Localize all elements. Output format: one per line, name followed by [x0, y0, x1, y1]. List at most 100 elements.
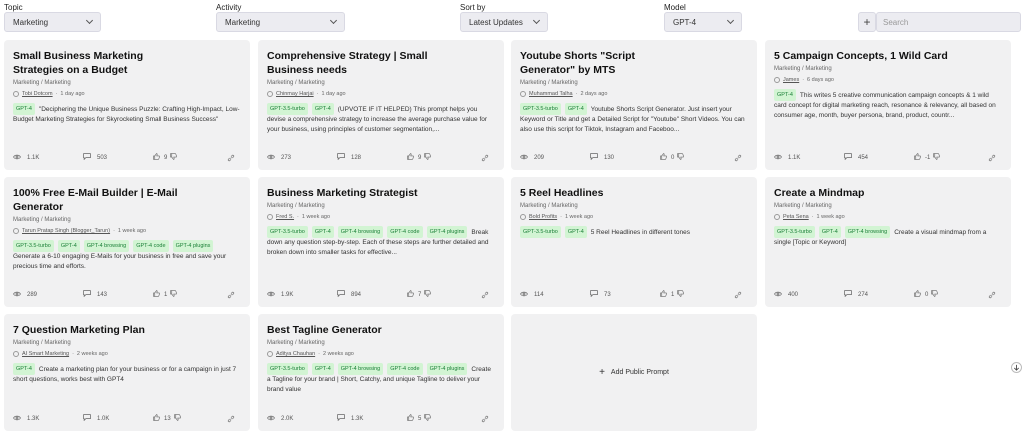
- prompt-title[interactable]: Comprehensive Strategy | Small Business …: [267, 49, 432, 77]
- prompt-title[interactable]: 5 Reel Headlines: [520, 186, 685, 200]
- comment-icon: [337, 290, 351, 299]
- thumbs-down-icon[interactable]: [424, 290, 437, 299]
- model-badge: GPT-4 browsing: [83, 240, 130, 252]
- prompt-card[interactable]: 7 Question Marketing Plan Marketing / Ma…: [4, 314, 250, 431]
- chevron-down-icon: [329, 16, 338, 25]
- author-link[interactable]: Fred S.: [276, 214, 294, 220]
- copy-link-icon[interactable]: [481, 415, 495, 423]
- copy-link-icon[interactable]: [227, 154, 241, 162]
- comments-count: 454: [858, 154, 869, 161]
- model-select[interactable]: GPT-4: [664, 12, 742, 32]
- thumbs-down-icon[interactable]: [931, 290, 944, 299]
- author-row: Fred S. · 1 week ago: [267, 214, 495, 220]
- copy-link-icon[interactable]: [227, 415, 241, 423]
- model-badge: GPT-4: [564, 226, 587, 238]
- add-public-prompt-card[interactable]: + Add Public Prompt: [511, 314, 757, 431]
- scroll-down-button[interactable]: [1011, 362, 1022, 373]
- votes-count: 1: [671, 291, 675, 298]
- copy-link-icon[interactable]: [734, 154, 748, 162]
- author-link[interactable]: Peta Sena: [783, 214, 809, 220]
- comments-count: 894: [351, 291, 362, 298]
- model-label: Model: [664, 3, 686, 12]
- comments-stat: 503: [83, 153, 153, 162]
- post-time: 6 days ago: [807, 77, 834, 83]
- copy-link-icon[interactable]: [734, 291, 748, 299]
- thumbs-down-icon[interactable]: [677, 153, 690, 162]
- prompt-title[interactable]: Youtube Shorts "Script Generator" by MTS: [520, 49, 685, 77]
- separator: ·: [55, 91, 58, 97]
- author-link[interactable]: Aditya Chauhan: [276, 351, 315, 357]
- prompt-card[interactable]: 5 Reel Headlines Marketing / Marketing B…: [511, 177, 757, 307]
- author-link[interactable]: AI Smart Marketing: [22, 351, 69, 357]
- prompt-stats: 1.1K 503 9: [13, 153, 241, 162]
- activity-select[interactable]: Marketing: [216, 12, 345, 32]
- thumbs-down-icon[interactable]: [424, 153, 437, 162]
- prompt-title[interactable]: Small Business Marketing Strategies on a…: [13, 49, 178, 77]
- prompt-stats: 1.1K 454 -1: [774, 153, 1002, 162]
- prompt-card[interactable]: Small Business Marketing Strategies on a…: [4, 40, 250, 170]
- prompt-card[interactable]: 100% Free E-Mail Builder | E-Mail Genera…: [4, 177, 250, 307]
- thumbs-down-icon[interactable]: [170, 153, 183, 162]
- prompt-category: Marketing / Marketing: [13, 80, 71, 86]
- thumbs-down-icon[interactable]: [173, 414, 187, 423]
- prompt-title[interactable]: 100% Free E-Mail Builder | E-Mail Genera…: [13, 186, 178, 214]
- author-row: Tarun Pratap Singh (Blogger_Tarun) · 1 w…: [13, 228, 241, 234]
- author-link[interactable]: Bold Profits: [529, 214, 557, 220]
- prompt-card[interactable]: Business Marketing Strategist Marketing …: [258, 177, 504, 307]
- thumbs-down-icon[interactable]: [677, 290, 690, 299]
- search-input[interactable]: [883, 17, 1003, 27]
- copy-link-icon[interactable]: [988, 291, 1002, 299]
- votes-count: 9: [418, 154, 422, 161]
- comments-count: 1.0K: [97, 415, 110, 422]
- thumbs-down-icon[interactable]: [170, 290, 183, 299]
- copy-link-icon[interactable]: [988, 154, 1002, 162]
- model-badge: GPT-4: [311, 103, 334, 115]
- search-box[interactable]: [876, 12, 1021, 32]
- prompt-title[interactable]: 7 Question Marketing Plan: [13, 323, 178, 337]
- author-link[interactable]: Tobi Dotcom: [22, 91, 53, 97]
- topic-select-value: Marketing: [13, 17, 49, 27]
- author-link[interactable]: Chinmay Harjai: [276, 91, 314, 97]
- author-link[interactable]: Muhammad Talha: [529, 91, 573, 97]
- prompt-card[interactable]: Youtube Shorts "Script Generator" by MTS…: [511, 40, 757, 170]
- model-badge: GPT-4 browsing: [337, 226, 384, 238]
- eye-icon: [13, 415, 27, 423]
- prompt-description-block: GPT-4 "Deciphering the Unique Business Pu…: [13, 103, 241, 125]
- prompt-card[interactable]: Create a Mindmap Marketing / Marketing P…: [765, 177, 1011, 307]
- prompt-card[interactable]: Comprehensive Strategy | Small Business …: [258, 40, 504, 170]
- topic-select[interactable]: Marketing: [4, 12, 101, 32]
- model-badge: GPT-4 browsing: [844, 226, 891, 238]
- prompt-category: Marketing / Marketing: [267, 203, 325, 209]
- thumbs-down-icon[interactable]: [933, 153, 946, 162]
- prompt-category: Marketing / Marketing: [267, 340, 325, 346]
- prompt-title[interactable]: Create a Mindmap: [774, 186, 1002, 200]
- prompt-card[interactable]: Best Tagline Generator Marketing / Marke…: [258, 314, 504, 431]
- copy-link-icon[interactable]: [481, 154, 495, 162]
- post-time: 1 week ago: [301, 214, 331, 220]
- model-badge: GPT-4: [13, 363, 35, 375]
- prompt-title[interactable]: 5 Campaign Concepts, 1 Wild Card: [774, 49, 1002, 63]
- sort-select[interactable]: Latest Updates: [460, 12, 548, 32]
- comments-count: 274: [858, 291, 869, 298]
- copy-link-icon[interactable]: [481, 291, 495, 299]
- votes-stat: -1: [914, 153, 988, 162]
- author-link[interactable]: James: [783, 77, 799, 83]
- prompt-title[interactable]: Business Marketing Strategist: [267, 186, 432, 200]
- comments-count: 1.3K: [351, 415, 364, 422]
- prompt-description-block: GPT-4 Create a marketing plan for your bu…: [13, 363, 241, 385]
- prompt-card[interactable]: 5 Campaign Concepts, 1 Wild Card Marketi…: [765, 40, 1011, 170]
- thumbs-down-icon[interactable]: [424, 414, 437, 423]
- author-link[interactable]: Tarun Pratap Singh (Blogger_Tarun): [22, 228, 110, 234]
- views-count: 114: [534, 291, 544, 298]
- author-row: Muhammad Talha · 2 days ago: [520, 91, 748, 97]
- comments-count: 128: [351, 154, 362, 161]
- eye-icon: [520, 154, 534, 162]
- prompt-stats: 1.3K 1.0K 13: [13, 414, 241, 423]
- activity-label: Activity: [216, 3, 242, 12]
- copy-link-icon[interactable]: [227, 291, 241, 299]
- add-button[interactable]: +: [858, 12, 876, 32]
- prompt-category: Marketing / Marketing: [774, 66, 832, 72]
- user-avatar-icon: [774, 77, 780, 83]
- eye-icon: [774, 154, 788, 162]
- prompt-title[interactable]: Best Tagline Generator: [267, 323, 432, 337]
